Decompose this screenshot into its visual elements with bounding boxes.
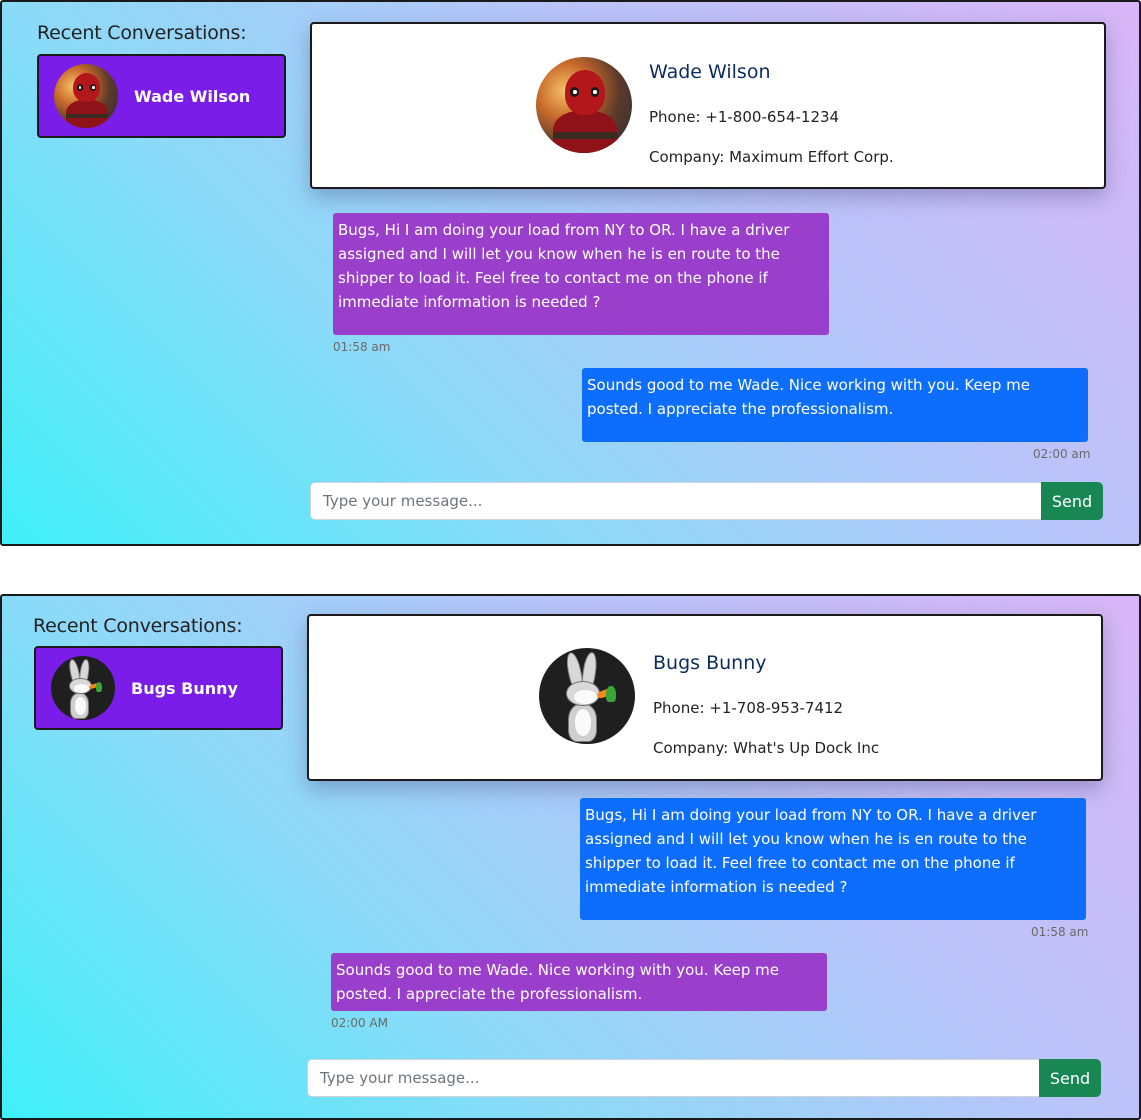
chat-panel-wade: Recent Conversations: Wade Wilson Wade W…	[0, 0, 1141, 546]
conversation-name: Bugs Bunny	[131, 678, 238, 698]
profile-phone: Phone: +1-708-953-7412	[653, 699, 844, 717]
profile-name: Bugs Bunny	[653, 652, 767, 674]
deadpool-avatar	[536, 57, 632, 153]
message-timestamp: 02:00 am	[1033, 447, 1091, 461]
bugs-bunny-avatar	[539, 648, 635, 744]
message-input[interactable]	[307, 1059, 1040, 1097]
send-button[interactable]: Send	[1041, 482, 1103, 520]
chat-panel-bugs: Recent Conversations: Bugs Bunny Bugs Bu…	[0, 594, 1141, 1120]
bugs-bunny-avatar	[51, 656, 115, 720]
deadpool-avatar	[54, 64, 118, 128]
recent-conversations-title: Recent Conversations:	[33, 615, 243, 637]
message-timestamp: 01:58 am	[333, 340, 391, 354]
profile-name: Wade Wilson	[649, 61, 771, 83]
message-input[interactable]	[310, 482, 1042, 520]
conversation-item-bugs-bunny[interactable]: Bugs Bunny	[34, 646, 283, 730]
contact-profile-card: Bugs Bunny Phone: +1-708-953-7412 Compan…	[307, 614, 1103, 781]
profile-company: Company: What's Up Dock Inc	[653, 739, 880, 757]
conversation-item-wade-wilson[interactable]: Wade Wilson	[37, 54, 286, 138]
conversation-name: Wade Wilson	[134, 86, 251, 106]
message-bubble-sent: Sounds good to me Wade. Nice working wit…	[582, 368, 1088, 442]
message-bubble-received: Bugs, Hi I am doing your load from NY to…	[333, 213, 829, 335]
message-bubble-sent: Bugs, Hi I am doing your load from NY to…	[580, 798, 1086, 920]
message-timestamp: 01:58 am	[1031, 925, 1089, 939]
contact-profile-card: Wade Wilson Phone: +1-800-654-1234 Compa…	[310, 22, 1106, 189]
message-bubble-received: Sounds good to me Wade. Nice working wit…	[331, 953, 827, 1011]
send-button[interactable]: Send	[1039, 1059, 1101, 1097]
profile-phone: Phone: +1-800-654-1234	[649, 108, 840, 126]
message-timestamp: 02:00 AM	[331, 1016, 388, 1030]
recent-conversations-title: Recent Conversations:	[37, 22, 247, 44]
profile-company: Company: Maximum Effort Corp.	[649, 148, 894, 166]
